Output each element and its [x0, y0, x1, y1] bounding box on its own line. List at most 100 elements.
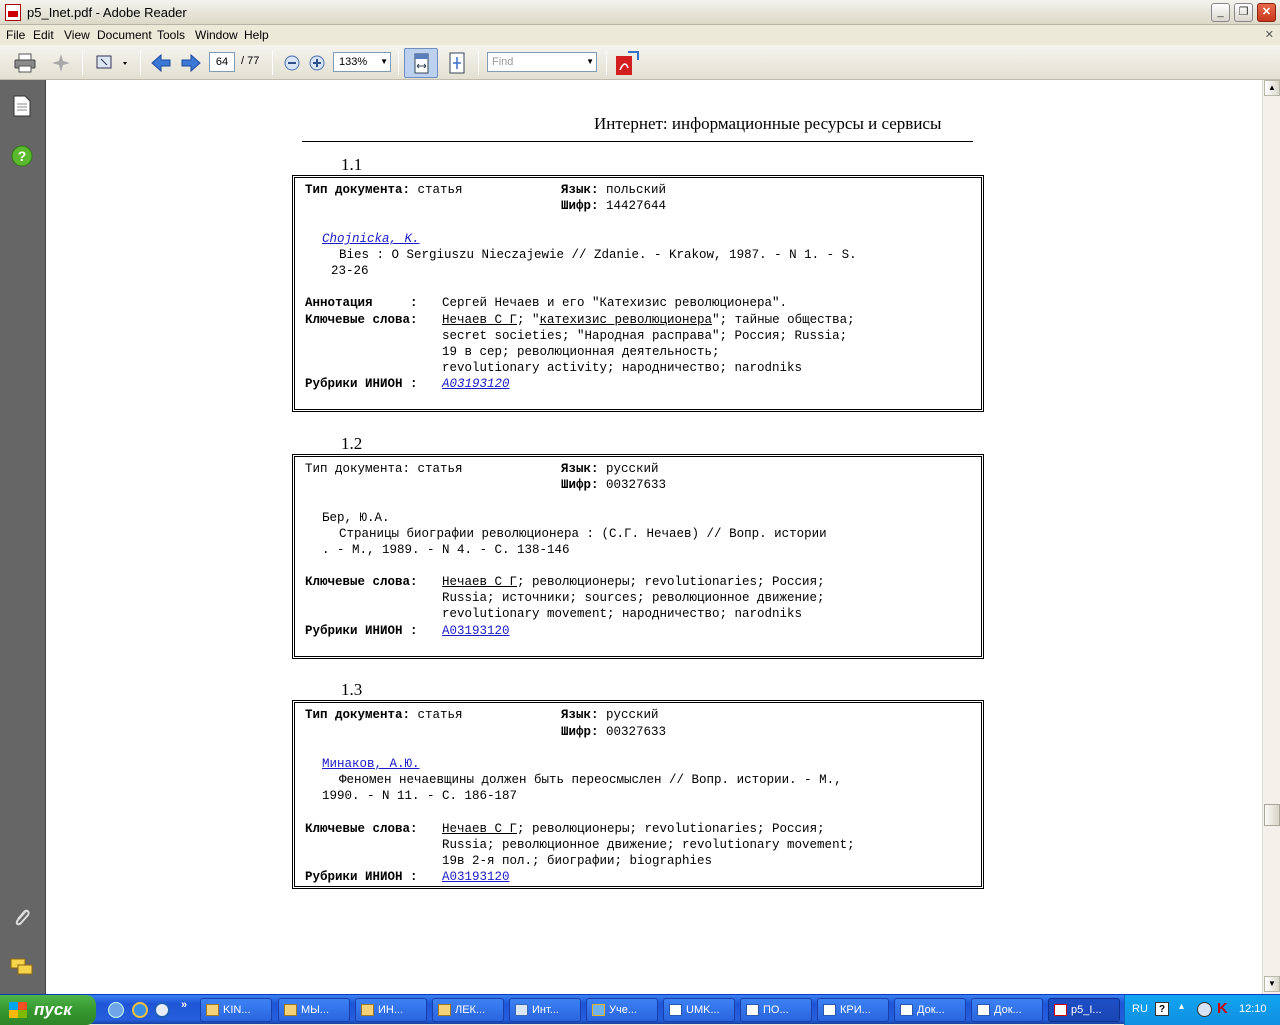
taskbar-item[interactable]: Уче...	[586, 998, 658, 1022]
language-value: русский	[606, 708, 659, 722]
doc-type-value: статья	[417, 183, 463, 197]
select-tool-icon[interactable]	[93, 50, 131, 76]
back-arrow-tray-icon[interactable]	[1197, 1002, 1212, 1017]
print-icon[interactable]	[12, 50, 38, 76]
keyword-link[interactable]: Нечаев С Г	[442, 575, 517, 589]
keywords-label: Ключевые слова:	[305, 822, 418, 836]
rubric-link[interactable]: A03193120	[442, 623, 510, 639]
taskbar-item-active[interactable]: p5_I...	[1048, 998, 1120, 1022]
author-link[interactable]: Минаков, А.Ю.	[322, 756, 420, 772]
help-tray-icon[interactable]: ?	[1155, 1002, 1169, 1016]
taskbar-item[interactable]: МЫ...	[278, 998, 350, 1022]
keywords-text: Russia; источники; sources; революционно…	[442, 591, 825, 605]
zoom-value: 133%	[339, 56, 368, 68]
doc-type-label: Тип документа:	[305, 183, 411, 197]
comments-icon[interactable]	[10, 955, 34, 979]
attachments-icon[interactable]	[10, 905, 34, 929]
quicklaunch-desktop-icon[interactable]	[108, 1002, 124, 1018]
language-label: Язык:	[561, 462, 599, 476]
code-value: 00327633	[606, 478, 667, 492]
menu-help[interactable]: Help	[244, 28, 269, 42]
rubric-link[interactable]: A03193120	[442, 869, 510, 885]
rubric-link[interactable]: A03193120	[442, 376, 510, 392]
menu-tools[interactable]: Tools	[157, 28, 185, 42]
adobe-pdf-icon[interactable]	[614, 50, 640, 76]
find-input[interactable]: Find ▼	[487, 52, 597, 72]
internet-explorer-icon[interactable]	[132, 1002, 148, 1018]
language-indicator[interactable]: RU	[1132, 1003, 1148, 1015]
menu-view[interactable]: View	[64, 28, 90, 42]
next-page-icon[interactable]	[178, 50, 204, 76]
doc-type-value: статья	[417, 708, 463, 722]
menu-file[interactable]: File	[6, 28, 25, 42]
keywords-text: 19 в сер; революционная деятельность;	[442, 345, 720, 359]
code-label: Шифр:	[561, 478, 599, 492]
taskbar-item[interactable]: Док...	[894, 998, 966, 1022]
antivirus-icon[interactable]: K	[1217, 1000, 1228, 1017]
vertical-scrollbar[interactable]: ▲ ▼	[1262, 80, 1280, 994]
keywords-text: Russia; революционное движение; revoluti…	[442, 838, 855, 852]
zoom-out-icon[interactable]	[279, 50, 305, 76]
language-value: русский	[606, 462, 659, 476]
scroll-down-icon[interactable]: ▼	[1264, 976, 1280, 992]
taskbar-item[interactable]: КРИ...	[817, 998, 889, 1022]
document-view[interactable]: Интернет: информационные ресурсы и серви…	[46, 80, 1262, 994]
chevron-down-icon: ▼	[586, 57, 594, 66]
code-value: 14427644	[606, 199, 667, 213]
page-count: / 77	[241, 55, 260, 67]
start-label: пуск	[34, 1000, 72, 1019]
taskbar-item[interactable]: ИН...	[355, 998, 427, 1022]
zoom-in-icon[interactable]	[304, 50, 330, 76]
doc-type-label: Тип документа:	[305, 462, 411, 476]
page-header: Интернет: информационные ресурсы и серви…	[594, 114, 942, 133]
quicklaunch-more-icon[interactable]: »	[181, 999, 187, 1011]
doc-type-label: Тип документа:	[305, 708, 411, 722]
language-value: польский	[606, 183, 667, 197]
title-line: Феномен нечаевщины должен быть переосмыс…	[339, 773, 842, 787]
keywords-text: secret societies; "Народная расправа"; Р…	[442, 329, 848, 343]
media-player-icon[interactable]	[154, 1002, 170, 1018]
scroll-up-icon[interactable]: ▲	[1264, 80, 1280, 96]
pages-icon[interactable]	[10, 94, 34, 118]
taskbar-item[interactable]: KIN...	[200, 998, 272, 1022]
start-button[interactable]: пуск	[0, 995, 96, 1025]
keywords-label: Ключевые слова:	[305, 575, 418, 589]
annotation-value: Сергей Нечаев и его "Катехизис революцио…	[442, 296, 788, 310]
menu-document[interactable]: Document	[97, 28, 152, 42]
zoom-select[interactable]: 133% ▼	[333, 52, 391, 72]
language-label: Язык:	[561, 183, 599, 197]
taskbar-item[interactable]: Док...	[971, 998, 1043, 1022]
header-rule	[302, 141, 973, 142]
previous-page-icon[interactable]	[148, 50, 174, 76]
toolbar: 64 / 77 133% ▼ Find ▼	[0, 45, 1280, 80]
minimize-button[interactable]: _	[1211, 3, 1230, 22]
author-name: Бер, Ю.А.	[322, 511, 390, 525]
taskbar-item[interactable]: Инт...	[509, 998, 581, 1022]
clock: 12:10	[1239, 1003, 1267, 1015]
taskbar-item[interactable]: UMK...	[663, 998, 735, 1022]
taskbar-item[interactable]: ПО...	[740, 998, 812, 1022]
rubric-label: Рубрики ИНИОН :	[305, 624, 418, 638]
menu-window[interactable]: Window	[195, 28, 238, 42]
fit-width-button[interactable]	[404, 48, 438, 78]
tray-chevron-icon[interactable]: ▴	[1179, 1001, 1184, 1012]
tools-disabled-icon	[48, 50, 74, 76]
keywords-text: ; революционеры; revolutionaries; Россия…	[517, 822, 825, 836]
keywords-text: ; "	[517, 313, 540, 327]
close-button[interactable]: ✕	[1257, 3, 1276, 22]
restore-button[interactable]: ❐	[1234, 3, 1253, 22]
rubric-label: Рубрики ИНИОН :	[305, 870, 418, 884]
keywords-label: Ключевые слова:	[305, 313, 418, 327]
keyword-link[interactable]: Нечаев С Г	[442, 313, 517, 327]
author-link[interactable]: Chojnicka, K.	[322, 231, 420, 247]
keyword-link[interactable]: катехизис революционера	[540, 313, 713, 327]
record-box: Тип документа: статья Язык: польский Шиф…	[292, 175, 984, 412]
close-document-icon[interactable]: ✕	[1265, 28, 1274, 41]
help-icon[interactable]: ?	[10, 144, 34, 168]
taskbar-item[interactable]: ЛЕК...	[432, 998, 504, 1022]
fit-page-icon[interactable]	[444, 50, 470, 76]
page-number-input[interactable]: 64	[209, 52, 235, 72]
keyword-link[interactable]: Нечаев С Г	[442, 822, 517, 836]
scroll-thumb[interactable]	[1264, 804, 1280, 826]
menu-edit[interactable]: Edit	[33, 28, 54, 42]
